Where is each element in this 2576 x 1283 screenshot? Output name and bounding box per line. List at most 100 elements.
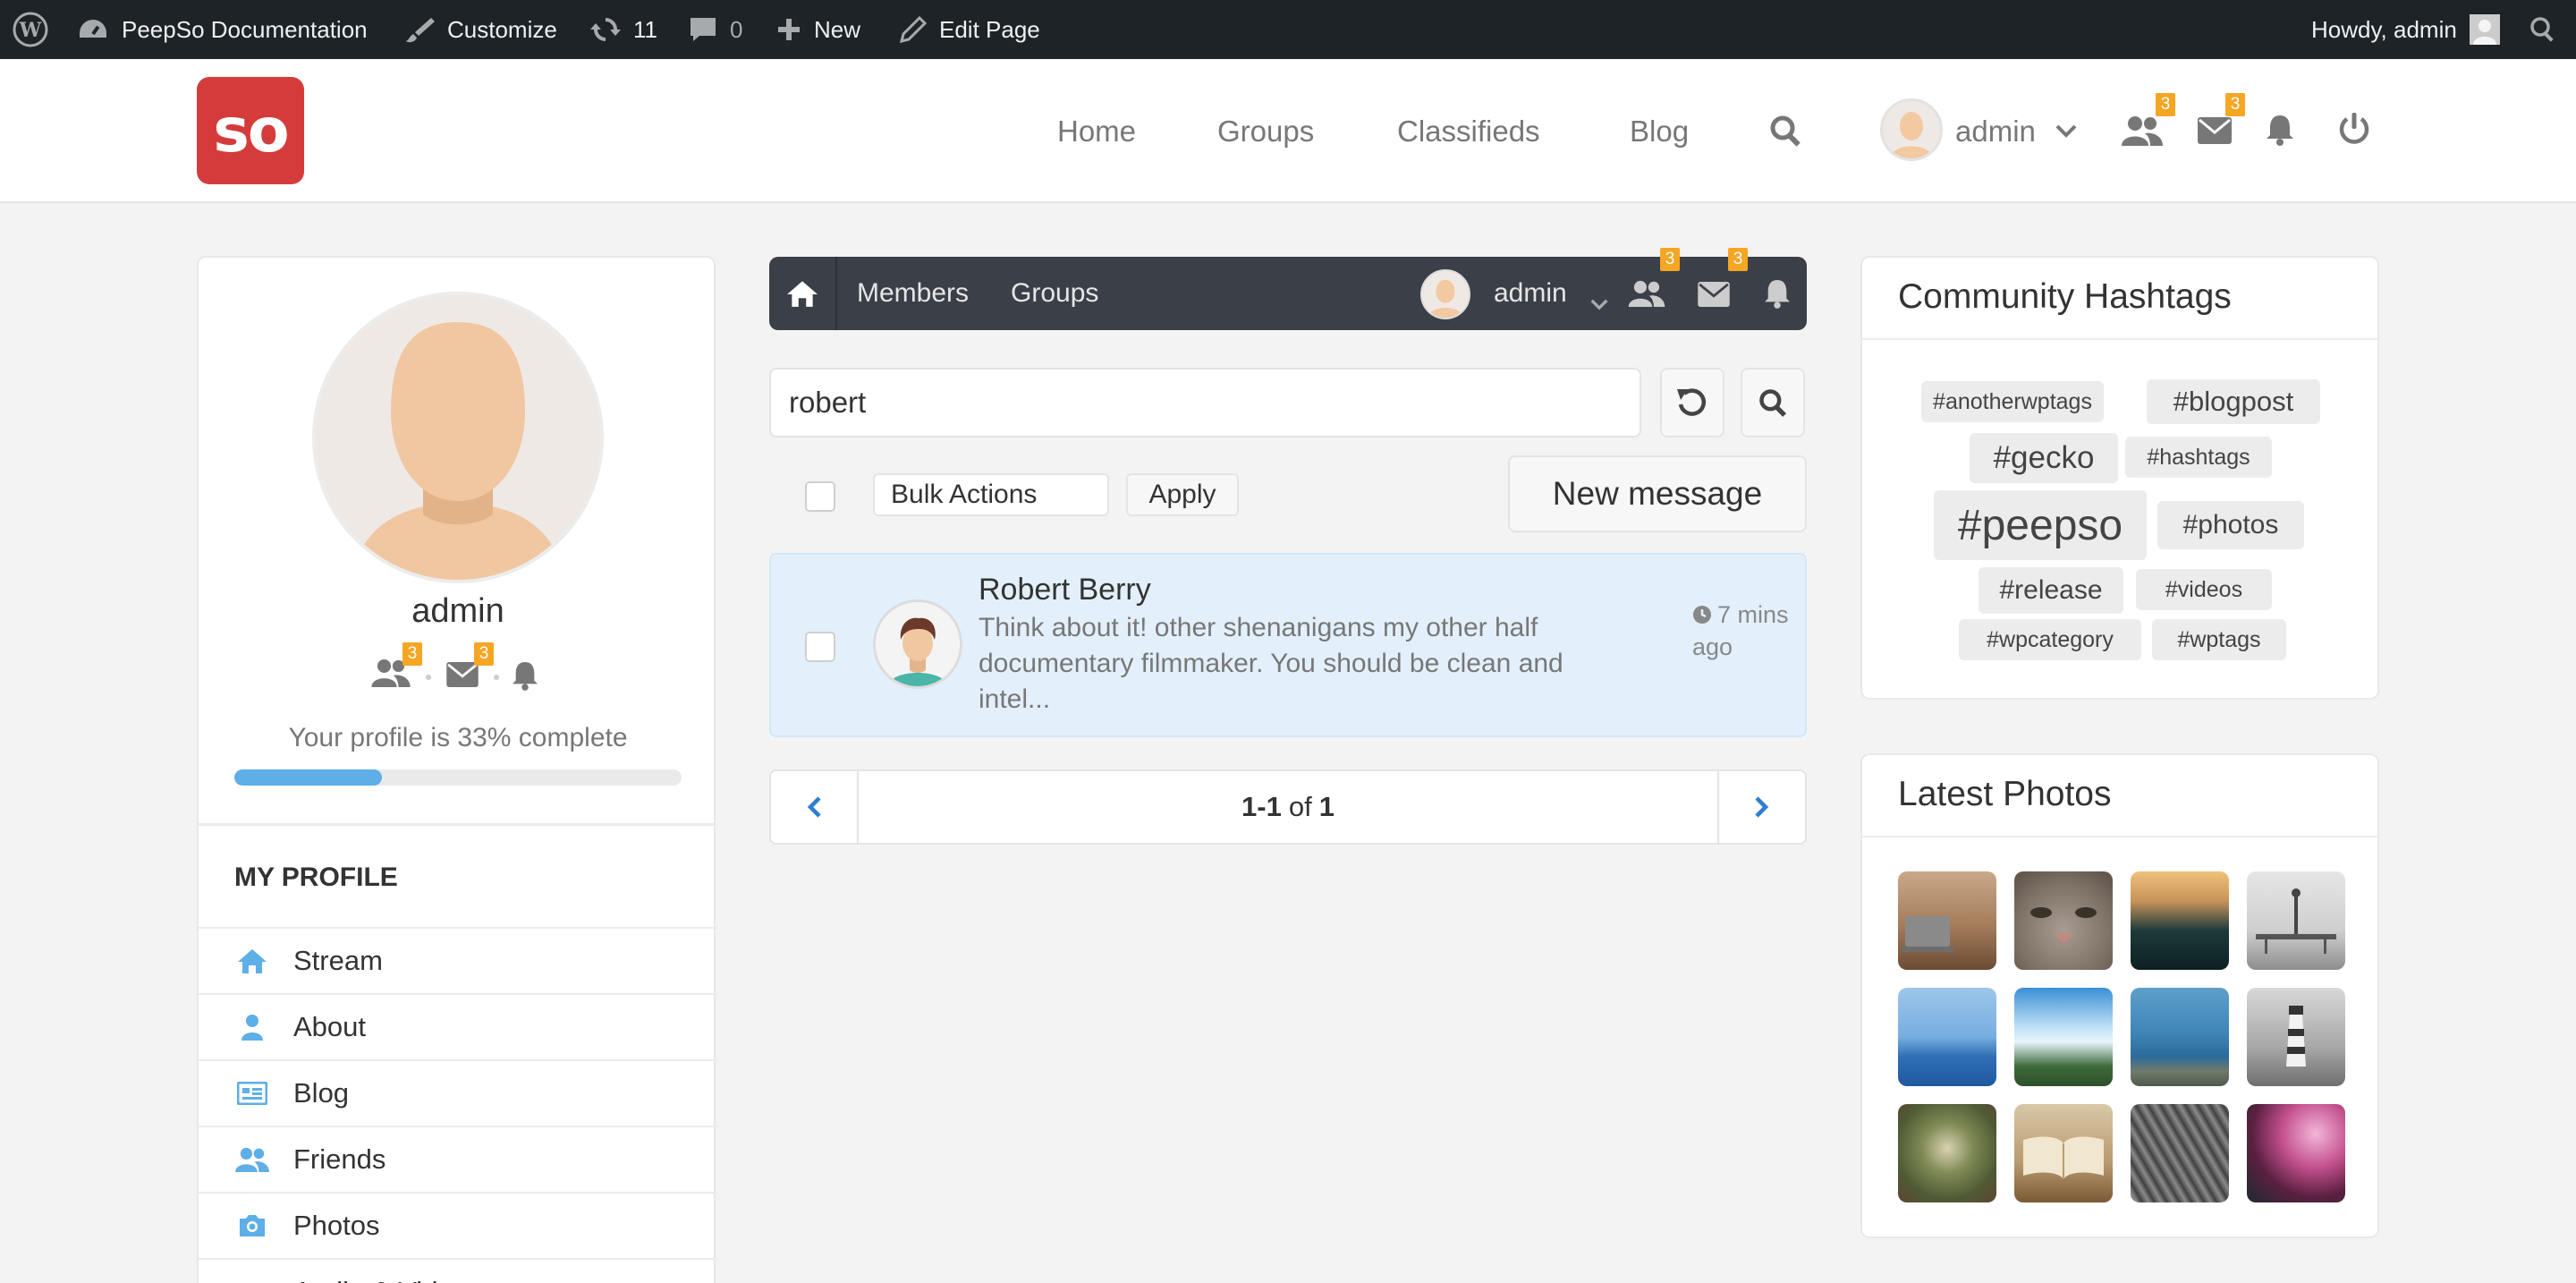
menu-item-label: Blog [293, 1077, 350, 1109]
toolbar-messages-badge: 3 [1728, 248, 1748, 271]
clock-icon [1692, 601, 1712, 632]
profile-messages-icon[interactable] [445, 662, 481, 689]
toolbar-username[interactable]: admin [1494, 257, 1567, 330]
message-search-input[interactable]: robert [769, 368, 1641, 438]
photos-title: Latest Photos [1898, 775, 2112, 813]
pagination-next-button[interactable] [1717, 771, 1805, 843]
nav-groups[interactable]: Groups [1217, 59, 1314, 203]
comment-icon [691, 18, 716, 41]
messages-icon[interactable] [2197, 115, 2233, 147]
hashtag[interactable]: #photos [2157, 501, 2304, 549]
search-icon[interactable] [1767, 113, 1803, 149]
site-header: so Home Groups Classifieds Blog admin 3 … [0, 59, 2576, 203]
photo-thumbnail-forest[interactable] [2131, 871, 2229, 970]
profile-progress-text: Your profile is 33% complete [288, 723, 628, 752]
friends-icon[interactable] [2122, 115, 2163, 147]
bulk-actions-select[interactable]: Bulk Actions [873, 473, 1109, 516]
message-checkbox[interactable] [805, 632, 835, 662]
wp-site-name: PeepSo Documentation [122, 15, 368, 43]
photo-thumbnail-cat[interactable] [2014, 871, 2113, 970]
profile-progress-bar [234, 769, 682, 786]
apply-button[interactable]: Apply [1126, 473, 1239, 516]
profile-sidebar: admin 3 3 Your profile is 33% complete M… [197, 256, 717, 1283]
toolbar-avatar[interactable] [1420, 269, 1470, 319]
user-icon [234, 1014, 270, 1041]
wp-search-icon[interactable] [2529, 0, 2556, 59]
wp-site-link[interactable]: PeepSo Documentation [77, 0, 368, 59]
hashtag[interactable]: #hashtags [2125, 437, 2272, 478]
toolbar-chevron-down-icon[interactable] [1590, 287, 1608, 318]
photo-thumbnail-laptop[interactable] [1898, 871, 1996, 970]
toolbar-notifications-bell-icon[interactable] [1764, 278, 1791, 316]
toolbar-friends-icon[interactable] [1628, 280, 1665, 314]
wp-customize-link[interactable]: Customize [404, 0, 557, 59]
pagination-prev-button[interactable] [771, 771, 859, 843]
menu-item-stream[interactable]: Stream [199, 927, 717, 993]
wp-new-link[interactable]: New [776, 0, 860, 59]
header-avatar[interactable] [1880, 98, 1943, 161]
profile-friends-badge: 3 [402, 642, 422, 666]
hashtag[interactable]: #release [1979, 567, 2123, 614]
wp-updates-link[interactable]: 11 [590, 0, 657, 59]
menu-item-photos[interactable]: Photos [199, 1192, 717, 1258]
menu-item-blog[interactable]: Blog [199, 1059, 717, 1126]
notifications-bell-icon[interactable] [2265, 113, 2295, 147]
profile-avatar[interactable] [312, 292, 604, 583]
logout-power-icon[interactable] [2336, 111, 2372, 147]
photo-thumbnail-blossoms[interactable] [2247, 1104, 2345, 1202]
hashtag[interactable]: #videos [2136, 569, 2272, 610]
search-button[interactable] [1741, 368, 1805, 438]
wp-account-menu[interactable]: Howdy, admin [2311, 0, 2500, 59]
menu-item-friends[interactable]: Friends [199, 1126, 717, 1192]
wordpress-logo-icon[interactable]: W [13, 0, 48, 59]
toolbar-members-link[interactable]: Members [857, 257, 969, 330]
new-message-button[interactable]: New message [1508, 455, 1807, 532]
toolbar-home-icon[interactable] [769, 257, 837, 330]
message-list-item[interactable]: Robert Berry Think about it! other shena… [769, 553, 1807, 737]
nav-classifieds[interactable]: Classifieds [1397, 59, 1540, 203]
hashtag[interactable]: #wpcategory [1959, 619, 2141, 660]
menu-item-audio-video[interactable]: Audio & Video [199, 1258, 717, 1283]
hashtag[interactable]: #anotherwptags [1921, 381, 2104, 422]
toolbar-groups-link[interactable]: Groups [1011, 257, 1098, 330]
photo-thumbnail-lighthouse[interactable] [2247, 988, 2345, 1086]
pagination-info: 1-1 of 1 [859, 771, 1717, 843]
photo-thumbnail-clouds[interactable] [2014, 988, 2113, 1086]
sender-avatar[interactable] [873, 599, 962, 689]
photo-thumbnail-path[interactable] [1898, 1104, 1996, 1202]
sender-name[interactable]: Robert Berry [979, 573, 1151, 608]
select-all-checkbox[interactable] [805, 481, 835, 512]
profile-name[interactable]: admin [199, 592, 717, 631]
photo-thumbnail-pier[interactable] [2247, 871, 2345, 970]
profile-notifications-bell-icon[interactable] [512, 660, 542, 692]
reset-search-button[interactable] [1660, 368, 1724, 438]
wp-comments-link[interactable]: 0 [689, 0, 742, 59]
photo-thumbnail-coast[interactable] [2131, 988, 2229, 1086]
photo-thumbnail-sea[interactable] [1898, 988, 1996, 1086]
wp-edit-page-link[interactable]: Edit Page [900, 0, 1040, 59]
my-profile-title: MY PROFILE [234, 862, 398, 892]
menu-item-label: About [293, 1011, 367, 1042]
messages-badge: 3 [2225, 93, 2245, 116]
pagination: 1-1 of 1 [769, 769, 1807, 845]
hashtag[interactable]: #wptags [2152, 619, 2286, 660]
pagination-of: of [1288, 791, 1312, 822]
photo-thumbnail-book[interactable] [2014, 1104, 2113, 1202]
toolbar-messages-icon[interactable] [1698, 282, 1730, 314]
message-timestamp: 7 mins ago [1692, 599, 1791, 662]
hashtag[interactable]: #peepso [1934, 490, 2147, 560]
menu-item-label: Photos [293, 1210, 380, 1241]
header-username[interactable]: admin [1955, 59, 2036, 203]
site-logo[interactable]: so [197, 77, 304, 184]
nav-blog[interactable]: Blog [1630, 59, 1689, 203]
profile-messages-badge: 3 [474, 642, 494, 666]
chevron-down-icon[interactable] [2054, 122, 2079, 140]
hashtag[interactable]: #blogpost [2147, 379, 2320, 424]
undo-icon [1677, 388, 1707, 416]
menu-item-about[interactable]: About [199, 993, 717, 1059]
hashtag[interactable]: #gecko [1970, 433, 2118, 483]
photo-thumbnail-texture[interactable] [2131, 1104, 2229, 1202]
nav-home[interactable]: Home [1057, 59, 1136, 203]
pagination-range: 1-1 [1241, 791, 1282, 822]
message-preview: Think about it! other shenanigans my oth… [979, 613, 1563, 714]
